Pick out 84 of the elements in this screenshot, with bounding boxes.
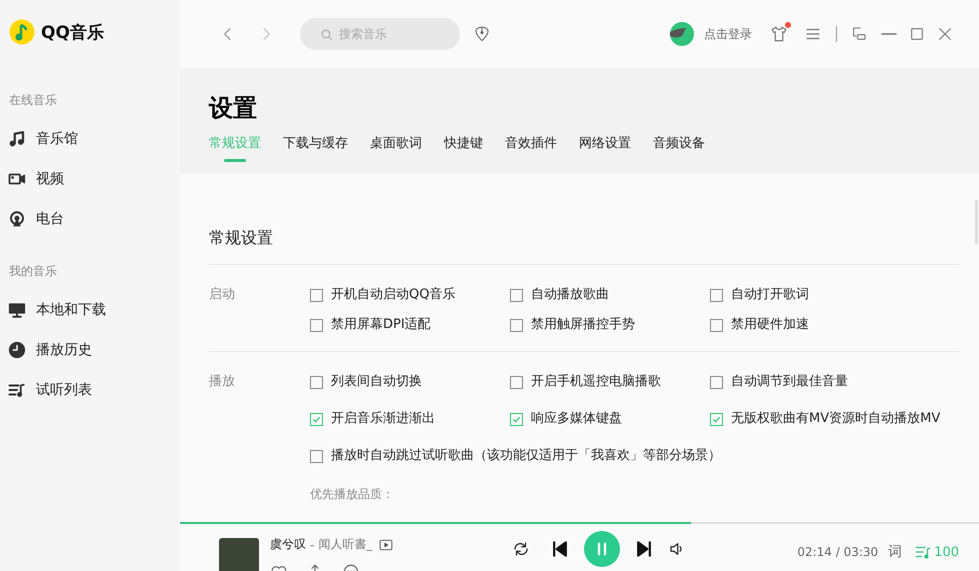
sidebar-item[interactable]: 电台 [0, 199, 180, 239]
checkbox-option[interactable]: 开机自动启动QQ音乐 [310, 283, 510, 307]
shirt-icon [770, 25, 788, 43]
settings-tab[interactable]: 音效插件 [505, 134, 557, 162]
sidebar-item[interactable]: 音乐馆 [0, 119, 180, 159]
checkbox[interactable] [710, 318, 723, 332]
checkbox[interactable] [710, 376, 723, 388]
app-name: QQ音乐 [41, 22, 104, 44]
maximize-button[interactable] [909, 26, 925, 42]
checkbox[interactable] [510, 376, 523, 388]
music-note-icon [8, 130, 26, 148]
pick-button[interactable] [474, 25, 490, 43]
settings-tab[interactable]: 桌面歌词 [370, 134, 422, 162]
group-label: 启动 [209, 286, 236, 304]
sidebar-item[interactable]: 视频 [0, 159, 180, 199]
settings-tab[interactable]: 音频设备 [653, 134, 705, 162]
minimize-icon [881, 33, 897, 35]
checkbox[interactable] [510, 288, 523, 302]
checkbox-option[interactable]: 自动播放歌曲 [510, 283, 710, 307]
checkbox-option[interactable]: 无版权歌曲有MV资源时自动播放MV [710, 407, 970, 431]
close-button[interactable] [937, 26, 953, 42]
checkbox[interactable] [310, 318, 323, 332]
subheading: 优先播放品质： [310, 486, 395, 502]
next-button[interactable] [634, 539, 654, 559]
checkbox[interactable] [510, 318, 523, 332]
section-heading: 常规设置 [209, 226, 959, 265]
checkbox[interactable] [710, 412, 723, 426]
sidebar-item[interactable]: 本地和下载 [0, 290, 180, 330]
previous-button[interactable] [550, 539, 570, 559]
checkbox[interactable] [310, 450, 323, 462]
loop-icon [512, 540, 530, 558]
checkbox[interactable] [310, 376, 323, 388]
mini-mode-button[interactable] [851, 26, 867, 42]
monitor-icon [8, 301, 26, 319]
search-icon [320, 28, 333, 41]
minimize-button[interactable] [881, 33, 897, 35]
login-link[interactable]: 点击登录 [704, 26, 752, 42]
pause-button[interactable] [584, 531, 620, 567]
clock-icon [8, 341, 26, 359]
sidebar-section-title: 在线音乐 [8, 92, 58, 109]
playback-time: 02:14 / 03:30 [797, 545, 878, 559]
checkbox[interactable] [310, 288, 323, 302]
settings-tab[interactable]: 快捷键 [444, 134, 483, 162]
group-label: 播放 [209, 373, 236, 391]
check-icon [312, 414, 321, 424]
checkbox-option[interactable]: 自动打开歌词 [710, 283, 970, 307]
radio-icon [8, 210, 26, 228]
search-field[interactable]: 搜索音乐 [300, 18, 460, 50]
checkbox-option[interactable]: 开启手机遥控电脑播歌 [510, 370, 710, 394]
settings-tab[interactable]: 网络设置 [579, 134, 631, 162]
app-logo-icon [9, 19, 35, 45]
sidebar-section-title: 我的音乐 [8, 263, 58, 280]
separator: - [310, 538, 314, 552]
checkbox[interactable] [310, 412, 323, 426]
checkbox-option[interactable]: 禁用触屏播控手势 [510, 313, 710, 337]
skin-button[interactable] [770, 25, 788, 43]
checkbox-option[interactable]: 禁用屏幕DPI适配 [310, 313, 510, 337]
song-title[interactable]: 虞兮叹 [270, 536, 306, 553]
next-icon [634, 539, 654, 559]
checkbox[interactable] [710, 288, 723, 302]
checkbox-option[interactable]: 自动调节到最佳音量 [710, 370, 970, 394]
checkbox-option[interactable]: 列表间自动切换 [310, 370, 510, 394]
checkbox-option[interactable]: 响应多媒体键盘 [510, 407, 710, 431]
artist-name[interactable]: 闻人听書_ [318, 536, 372, 553]
playlist-icon [8, 381, 26, 399]
check-icon [512, 414, 521, 424]
mini-mode-icon [851, 26, 867, 42]
settings-tab[interactable]: 下载与缓存 [283, 134, 348, 162]
lyrics-button[interactable]: 词 [888, 543, 902, 561]
checkbox[interactable] [510, 412, 523, 426]
sidebar-item[interactable]: 播放历史 [0, 330, 180, 370]
checkbox-option[interactable]: 播放时自动跳过试听歌曲（该功能仅适用于「我喜欢」等部分场景） [310, 444, 970, 468]
close-icon [937, 26, 953, 42]
loop-button[interactable] [512, 540, 530, 558]
checkbox-option[interactable]: 禁用硬件加速 [710, 313, 970, 337]
page-title: 设置 [209, 93, 258, 124]
maximize-icon [909, 26, 925, 42]
sidebar-item[interactable]: 试听列表 [0, 370, 180, 410]
notification-dot [785, 22, 791, 28]
previous-icon [550, 539, 570, 559]
check-icon [712, 414, 721, 424]
checkbox-option[interactable]: 开启音乐渐进渐出 [310, 407, 510, 431]
guitar-pick-icon [474, 25, 490, 43]
avatar-icon[interactable] [670, 22, 694, 46]
